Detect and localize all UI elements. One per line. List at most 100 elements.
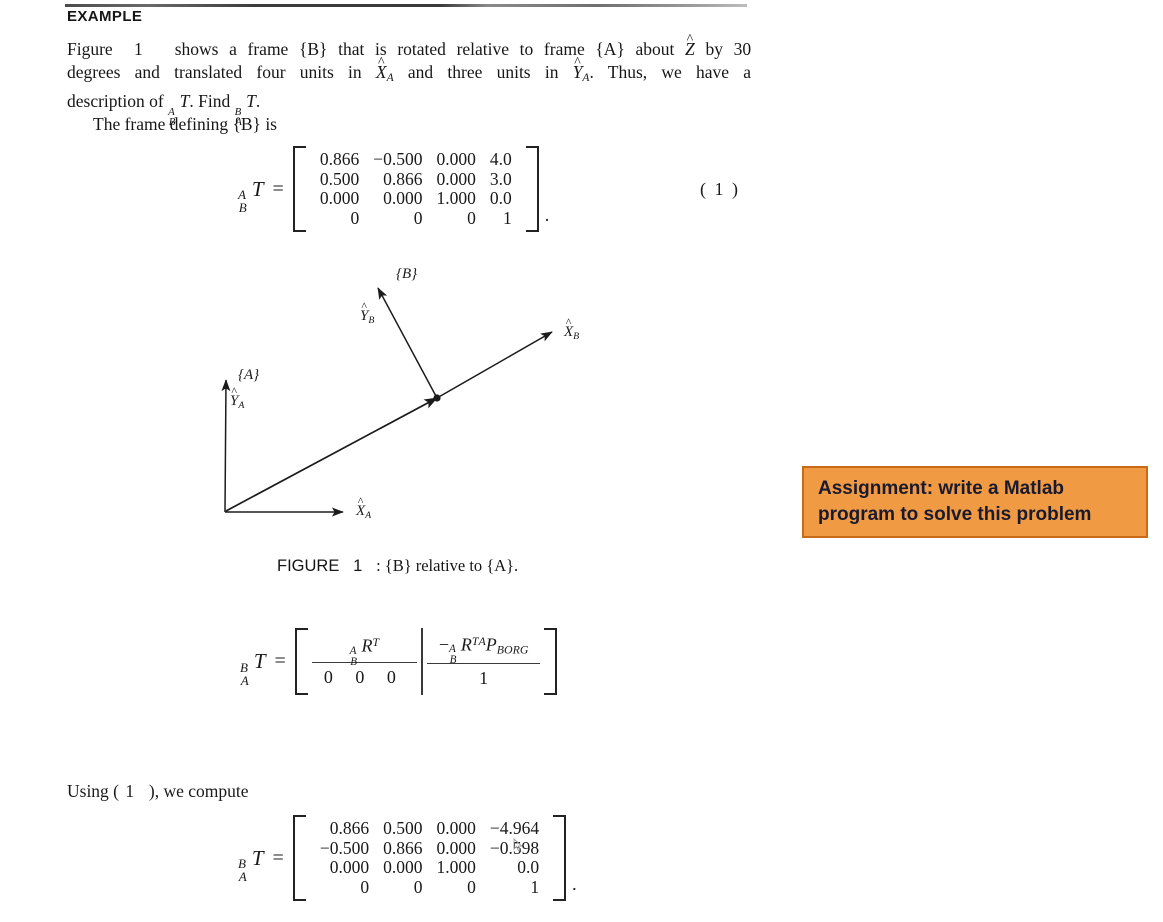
matrix-2-cells: A B RT 0 0 0 − A B RTAPBORG 1 bbox=[308, 628, 545, 695]
text-seg-9: . Find bbox=[189, 91, 231, 112]
equals-sign: = bbox=[272, 846, 284, 869]
frame-diagram-svg bbox=[221, 287, 553, 517]
matrix-1-cells: 0.866 −0.500 0.000 4.0 0.500 0.866 0.000 3.0 0.0… bbox=[306, 146, 526, 232]
text-seg-4: by 30 bbox=[705, 39, 752, 59]
using-number: 1 bbox=[125, 781, 137, 801]
body-paragraph: Figure 1 shows a frame {B} that is rotat… bbox=[67, 32, 752, 136]
paragraph-line-2: degrees and translated four units in ^ XA… bbox=[67, 55, 752, 90]
matrix-cell-r2-c4: 3.0 bbox=[489, 168, 512, 189]
text-seg-12: is bbox=[265, 114, 277, 135]
matrix-3: 0.866 0.500 0.000 −4.964 −0.500 0.866 0.000 −0.… bbox=[292, 815, 567, 901]
callout-line-2: program to solve this problem bbox=[818, 504, 1092, 525]
paragraph-line-1: Figure 1 shows a frame {B} that is rotat… bbox=[67, 32, 752, 61]
frame-b-label: {B} bbox=[396, 266, 418, 282]
x-hat-a-symbol: ^ X bbox=[376, 55, 387, 84]
matrix-cell-r2-c3: 0.000 bbox=[436, 168, 476, 189]
using-suffix: ), we compute bbox=[148, 781, 249, 801]
y-b-label: ^ YB bbox=[360, 299, 375, 326]
y-a-label: ^ YA bbox=[230, 384, 245, 411]
text-seg-10: . bbox=[255, 91, 261, 112]
matrix-cell-r3-c3: 1.000 bbox=[436, 857, 476, 877]
matrix-cell-r1-c1: 0.866 bbox=[319, 149, 360, 169]
block-translation-term: − A B RTAPBORG bbox=[438, 634, 529, 667]
block-left: A B RT 0 0 0 bbox=[308, 628, 421, 695]
matrix-cell-r2-c1: 0.500 bbox=[319, 168, 360, 189]
x-hat-glyph: ^ X bbox=[356, 494, 366, 519]
left-bracket bbox=[292, 815, 306, 901]
y-hat-glyph: ^ Y bbox=[360, 299, 369, 324]
figure-caption-prefix: FIGURE bbox=[277, 557, 340, 575]
equation-1-number: ( 1 ) bbox=[700, 179, 740, 199]
matrix-cell-r4-c3: 0 bbox=[467, 876, 476, 897]
hat-accent: ^ bbox=[686, 31, 694, 47]
block-one: 1 bbox=[426, 662, 541, 691]
frame-b-origin-dot bbox=[433, 394, 441, 402]
x-b-label: ^ XB bbox=[564, 315, 580, 342]
header-rule bbox=[65, 4, 747, 7]
equals-sign: = bbox=[274, 649, 286, 672]
using-line: Using ( 1 ), we compute bbox=[67, 781, 249, 802]
equation-2: BAT = A B RT 0 0 0 − A B RTAPBORG 1 bbox=[240, 628, 558, 695]
y-a-axis-arrow bbox=[221, 379, 231, 513]
frame-a-label: {A} bbox=[238, 367, 260, 383]
text-seg-3: about bbox=[635, 39, 675, 59]
text-seg-7: . Thus, we have a bbox=[589, 62, 752, 82]
translation-vector-arrow bbox=[225, 397, 438, 512]
matrix-cell-r4-c2: 0 bbox=[413, 207, 423, 228]
matrix-cell-r3-c3: 1.000 bbox=[436, 188, 476, 208]
equals-sign: = bbox=[272, 177, 284, 200]
figure-caption-text: : {B} relative to {A}. bbox=[376, 556, 519, 575]
matrix-cell-r2-c3: 0.000 bbox=[436, 837, 476, 858]
figure-ref-number: 1 bbox=[134, 39, 143, 59]
hat-accent: ^ bbox=[357, 494, 364, 509]
using-prefix: Using ( bbox=[67, 781, 120, 801]
matrix-cell-r4-c3: 0 bbox=[467, 207, 476, 228]
hat-accent: ^ bbox=[377, 54, 385, 70]
hat-accent: ^ bbox=[361, 299, 367, 314]
figure-word: Figure bbox=[67, 39, 113, 59]
matrix-cell-r3-c2: 0.000 bbox=[383, 857, 423, 877]
y-hat-glyph: ^ Y bbox=[230, 384, 239, 409]
figure-1-diagram: {A} {B} ^ YA ^ XA ^ YB ^ XB bbox=[200, 258, 620, 558]
left-bracket bbox=[292, 146, 306, 232]
matrix-2: A B RT 0 0 0 − A B RTAPBORG 1 bbox=[294, 628, 558, 695]
page-title: EXAMPLE bbox=[67, 8, 143, 25]
block-rotation-transpose: A B RT bbox=[349, 635, 380, 668]
hat-accent: ^ bbox=[574, 54, 581, 70]
figure-caption-number: 1 bbox=[353, 557, 363, 575]
right-bracket bbox=[525, 146, 539, 232]
document-page: EXAMPLE Figure 1 shows a frame {B} that … bbox=[0, 0, 1163, 922]
matrix-cell-r3-c4: 0.0 bbox=[517, 857, 540, 877]
matrix-cell-r4-c1: 0 bbox=[350, 207, 360, 228]
left-bracket bbox=[294, 628, 308, 695]
equation-3: BAT = 0.866 0.500 0.000 −4.964 −0.500 0.866 0.… bbox=[238, 815, 577, 901]
equation-1-period: . bbox=[544, 205, 550, 225]
equation-1: ABT = 0.866 −0.500 0.000 4.0 0.500 0.866 0.000… bbox=[238, 146, 549, 232]
matrix-1: 0.866 −0.500 0.000 4.0 0.500 0.866 0.000 3.0 0.0… bbox=[292, 146, 539, 232]
matrix-cell-r3-c2: 0.000 bbox=[383, 188, 423, 208]
x-b-axis-arrow bbox=[436, 331, 553, 399]
assignment-callout: Assignment: write a Matlab program to so… bbox=[802, 466, 1148, 538]
block-zero-row: 0 0 0 bbox=[311, 661, 417, 690]
matrix-cell-r1-c3: 0.000 bbox=[436, 149, 476, 169]
equation-3-label: BAT bbox=[238, 845, 264, 885]
subscript-a: A bbox=[386, 72, 394, 85]
right-bracket bbox=[553, 815, 567, 901]
right-bracket bbox=[544, 628, 558, 695]
matrix-cell-r4-c4: 1 bbox=[530, 876, 540, 897]
mouse-cursor bbox=[513, 838, 523, 852]
x-a-label: ^ XA bbox=[356, 494, 372, 521]
matrix-cell-r1-c2: 0.500 bbox=[383, 818, 423, 838]
matrix-3-cells: 0.866 0.500 0.000 −4.964 −0.500 0.866 0.000 −0.… bbox=[306, 815, 553, 901]
y-b-axis-arrow bbox=[377, 287, 438, 399]
text-seg-6: and three units in bbox=[407, 62, 559, 82]
equation-1-label: ABT bbox=[238, 176, 264, 216]
text-seg-5: degrees and translated four units in bbox=[67, 62, 362, 82]
equation-2-label: BAT bbox=[240, 648, 266, 688]
z-hat-symbol: ^ Z bbox=[685, 32, 695, 61]
frame-b-ref: {B} bbox=[298, 39, 328, 59]
text-seg-11: The frame defining bbox=[93, 114, 229, 135]
t-symbol: T bbox=[179, 91, 190, 112]
matrix-cell-r4-c2: 0 bbox=[413, 876, 423, 897]
frame-a-ref: {A} bbox=[595, 39, 625, 59]
